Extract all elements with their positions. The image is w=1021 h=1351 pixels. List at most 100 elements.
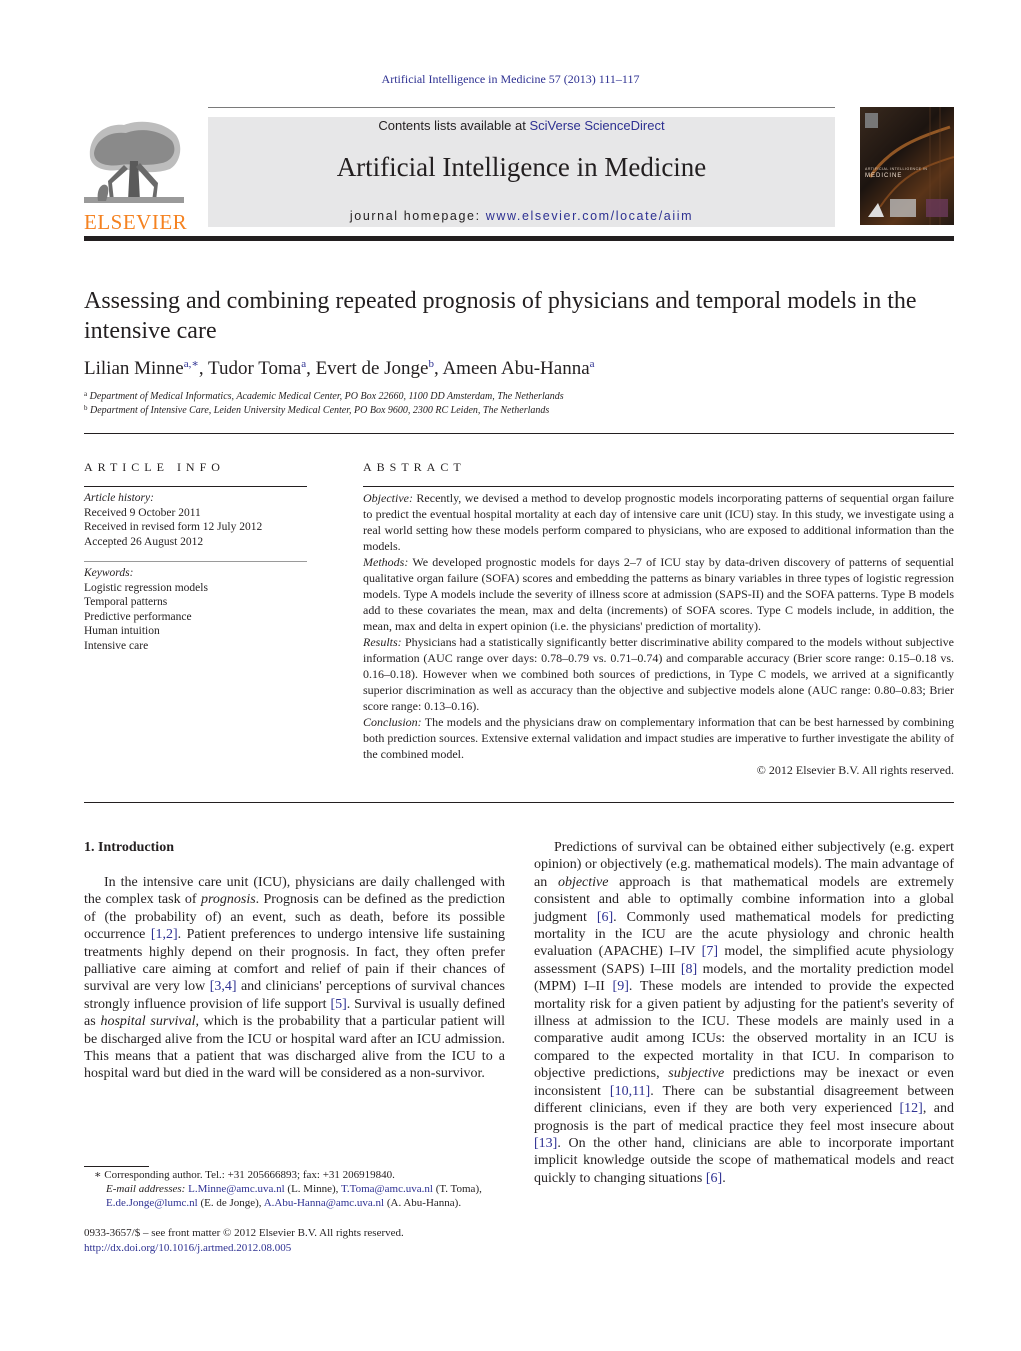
citation-reference-link[interactable]: [1,2] (151, 927, 178, 942)
author-name: Lilian Minne (84, 358, 184, 379)
section-text: The models and the physicians draw on co… (363, 715, 954, 761)
email-link[interactable]: L.Minne@amc.uva.nl (188, 1183, 285, 1195)
article-history-label: Article history: (84, 492, 154, 504)
abstract-panel: Objective: Recently, we devised a method… (363, 486, 954, 778)
elsevier-logo[interactable]: ELSEVIER (84, 117, 188, 234)
article-history: Article history: Received 9 October 2011… (84, 491, 307, 549)
email-owner: (E. de Jonge), (197, 1197, 264, 1209)
corresponding-author-note: ∗ Corresponding author. Tel.: +31 205666… (94, 1169, 395, 1181)
emphasis: prognosis (200, 892, 256, 908)
elsevier-tree-icon (84, 117, 184, 205)
citation-reference-link[interactable]: [3,4] (210, 979, 237, 994)
header-top-rule (208, 107, 835, 108)
email-link[interactable]: E.de.Jonge@lumc.nl (106, 1197, 198, 1209)
section-text: Physicians had a statistically significa… (363, 635, 954, 713)
text-run: . (722, 1170, 726, 1186)
affiliation-text: Department of Medical Informatics, Acade… (89, 391, 564, 402)
author-name: Evert de Jonge (315, 358, 429, 379)
homepage-prefix: journal homepage: (349, 209, 486, 223)
article-info-label: ARTICLE INFO (84, 460, 225, 474)
citation-reference-link[interactable]: [12] (900, 1101, 923, 1116)
section-label: Conclusion: (363, 715, 422, 729)
citation-reference-link[interactable]: [9] (613, 979, 629, 994)
contents-line: Contents lists available at SciVerse Sci… (208, 118, 835, 133)
cover-artwork-icon (868, 107, 954, 225)
emphasis: objective (557, 874, 609, 890)
keywords-rule (84, 561, 307, 562)
affiliation-text: Department of Intensive Care, Leiden Uni… (90, 405, 550, 416)
citation-link[interactable]: Artificial Intelligence in Medicine 57 (… (382, 72, 640, 86)
emphasis: hospital survival (100, 1014, 196, 1030)
section-text: Recently, we devised a method to develop… (363, 491, 954, 553)
keywords: Keywords: Logistic regression models Tem… (84, 566, 307, 653)
cover-title-line1: ARTIFICIAL INTELLIGENCE IN (865, 167, 928, 171)
section-label: Objective: (363, 491, 413, 505)
elsevier-wordmark: ELSEVIER (84, 210, 188, 234)
abstract-copyright: © 2012 Elsevier B.V. All rights reserved… (756, 763, 954, 777)
keywords-label: Keywords: (84, 567, 134, 579)
abstract-label: ABSTRACT (363, 460, 466, 474)
affiliation-mark: a (84, 390, 88, 398)
paragraph: Predictions of survival can be obtained … (534, 839, 954, 1187)
sciencedirect-link[interactable]: SciVerse ScienceDirect (529, 118, 664, 133)
article-info-panel: Article history: Received 9 October 2011… (84, 486, 307, 653)
affiliation-a: a Department of Medical Informatics, Aca… (84, 390, 564, 402)
text-run: . On the other hand, clinicians are able… (534, 1135, 954, 1186)
abstract-results: Results: Physicians had a statistically … (363, 634, 954, 714)
history-item: Received in revised form 12 July 2012 (84, 521, 263, 533)
section-label: Methods: (363, 555, 409, 569)
journal-banner: Contents lists available at SciVerse Sci… (208, 117, 835, 227)
email-label: E-mail addresses: (106, 1183, 189, 1195)
abstract-objective: Objective: Recently, we devised a method… (363, 490, 954, 554)
homepage-link[interactable]: www.elsevier.com/locate/aiim (486, 209, 693, 223)
email-addresses: E-mail addresses: L.Minne@amc.uva.nl (L.… (84, 1182, 505, 1210)
introduction-paragraph-1: In the intensive care unit (ICU), physic… (84, 874, 505, 1083)
citation-reference-link[interactable]: [5] (330, 997, 346, 1012)
section-label: Results: (363, 635, 402, 649)
email-owner: (A. Abu-Hanna). (384, 1197, 462, 1209)
citation-reference-link[interactable]: [8] (681, 962, 697, 977)
article-info-heading: ARTICLE INFO (84, 458, 225, 476)
author-name: Ameen Abu-Hanna (442, 358, 590, 379)
paragraph: In the intensive care unit (ICU), physic… (84, 874, 505, 1083)
abstract-conclusion: Conclusion: The models and the physician… (363, 714, 954, 762)
citation-reference-link[interactable]: [13] (534, 1136, 557, 1151)
journal-citation[interactable]: Artificial Intelligence in Medicine 57 (… (0, 72, 1021, 87)
section-heading-introduction: 1. Introduction (84, 840, 174, 855)
emphasis: subjective (668, 1066, 725, 1082)
journal-cover-thumbnail[interactable]: ARTIFICIAL INTELLIGENCE IN MEDICINE (860, 107, 954, 225)
citation-reference-link[interactable]: [6] (597, 910, 613, 925)
cover-title-line2: MEDICINE (865, 173, 903, 179)
section-text: We developed prognostic models for days … (363, 555, 954, 633)
citation-reference-link[interactable]: [6] (706, 1171, 722, 1186)
author-affiliation-link[interactable]: a,∗ (184, 358, 199, 370)
doi-link[interactable]: http://dx.doi.org/10.1016/j.artmed.2012.… (84, 1242, 291, 1254)
abstract-methods: Methods: We developed prognostic models … (363, 554, 954, 634)
citation-reference-link[interactable]: [7] (702, 944, 718, 959)
title-separator-rule (84, 433, 954, 434)
affiliation-mark: b (84, 404, 88, 412)
author-separator: , (198, 358, 209, 379)
email-link[interactable]: A.Abu-Hanna@amc.uva.nl (264, 1197, 384, 1209)
abstract-body: Objective: Recently, we devised a method… (363, 490, 954, 762)
keyword-item: Predictive performance (84, 610, 192, 623)
email-link[interactable]: T.Toma@amc.uva.nl (341, 1183, 433, 1195)
author-list: Lilian Minnea,∗, Tudor Toma a, Evert de J… (84, 357, 595, 380)
issn-line: 0933-3657/$ – see front matter © 2012 El… (84, 1227, 404, 1239)
article-info-rule (84, 486, 307, 487)
author-affiliation-link[interactable]: a (590, 358, 595, 370)
author-separator: , (306, 358, 316, 379)
author-name: Tudor Toma (208, 358, 302, 379)
email-owner: (L. Minne), (284, 1183, 341, 1195)
abstract-heading: ABSTRACT (363, 458, 466, 476)
keyword-item: Human intuition (84, 625, 160, 637)
abstract-rule (363, 486, 954, 487)
affiliation-b: b Department of Intensive Care, Leiden U… (84, 404, 549, 416)
email-owner: (T. Toma), (432, 1183, 482, 1195)
citation-reference-link[interactable]: [10,11] (610, 1084, 650, 1099)
keyword-item: Logistic regression models (84, 581, 208, 594)
article-title: Assessing and combining repeated prognos… (84, 288, 917, 344)
journal-title: Artificial Intelligence in Medicine (336, 152, 707, 182)
history-item: Received 9 October 2011 (84, 506, 201, 519)
front-matter: 0933-3657/$ – see front matter © 2012 El… (84, 1226, 505, 1255)
